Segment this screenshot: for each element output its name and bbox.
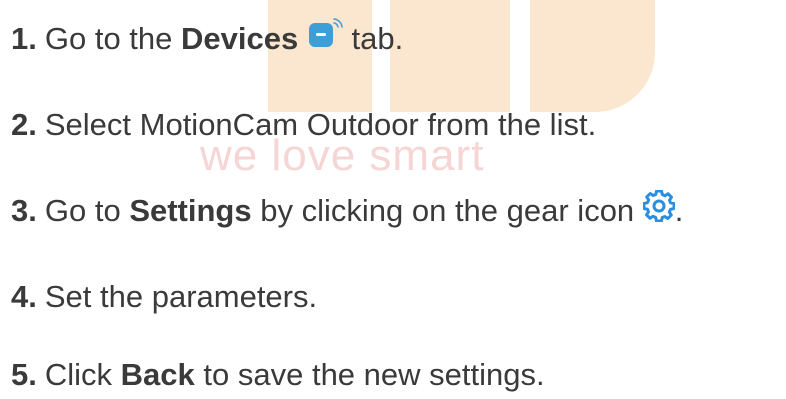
devices-label: Devices — [181, 21, 299, 56]
step-number: 4. — [11, 279, 37, 314]
devices-icon — [307, 17, 343, 61]
step-5: 5. Click Back to save the new settings. — [11, 355, 545, 395]
watermark-block — [390, 0, 510, 112]
step-number: 1. — [11, 21, 37, 56]
step-3: 3. Go to Settings by clicking on the gea… — [11, 189, 684, 232]
step-text-end: to save the new settings. — [203, 357, 545, 392]
step-text-end: tab. — [351, 21, 404, 56]
step-number: 2. — [11, 107, 37, 142]
step-2: 2. Select MotionCam Outdoor from the lis… — [11, 105, 596, 145]
step-1: 1. Go to the Devices tab. — [11, 17, 404, 61]
watermark-block — [530, 0, 655, 112]
gear-icon — [642, 189, 676, 232]
step-text: Set the parameters. — [44, 279, 318, 314]
step-text: Go to the — [44, 21, 173, 56]
back-label: Back — [120, 357, 195, 392]
settings-label: Settings — [129, 193, 252, 228]
step-text: Click — [44, 357, 113, 392]
step-number: 5. — [11, 357, 37, 392]
step-number: 3. — [11, 193, 37, 228]
step-text: Select MotionCam Outdoor from the list. — [44, 107, 597, 142]
step-text-end: . — [674, 193, 684, 228]
step-text: Go to — [44, 193, 121, 228]
step-text-middle: by clicking on the gear icon — [260, 193, 635, 228]
step-4: 4. Set the parameters. — [11, 277, 317, 317]
